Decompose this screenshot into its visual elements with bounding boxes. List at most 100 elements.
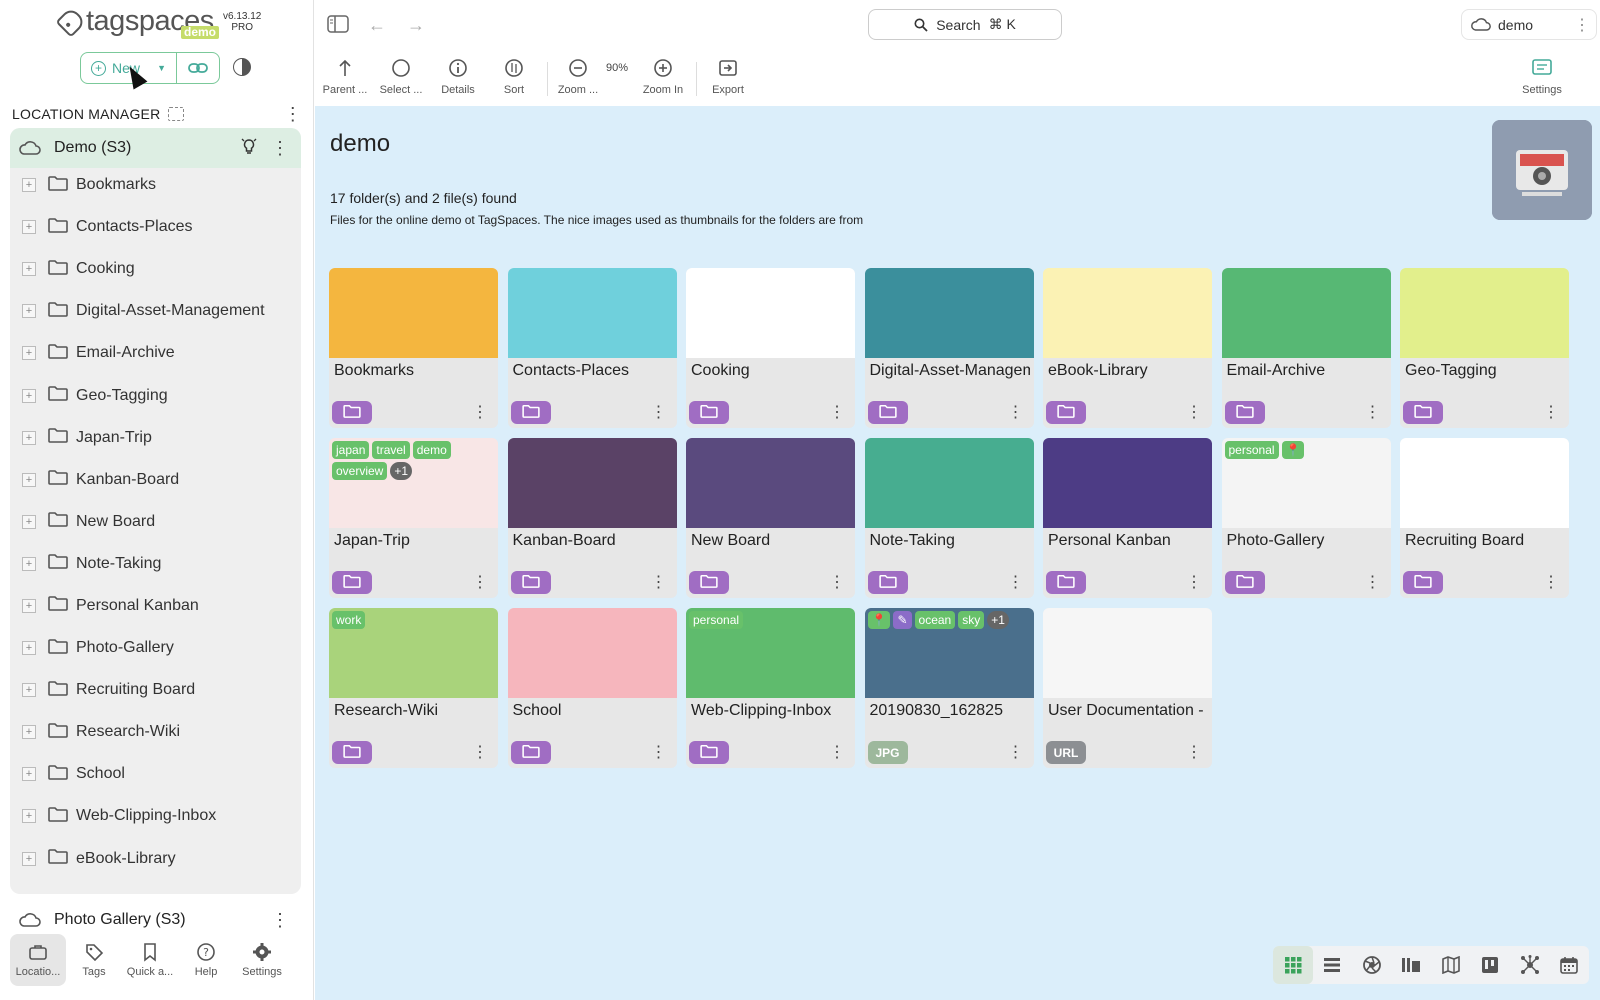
back-arrow-icon[interactable]: ← xyxy=(368,15,386,36)
folder-tree-item[interactable]: + Contacts-Places xyxy=(10,206,301,248)
tag-chip[interactable]: 📍 xyxy=(1281,441,1305,459)
card-menu-icon[interactable]: ⋮ xyxy=(829,402,845,422)
folder-card[interactable]: Geo-Tagging ⋮ xyxy=(1400,268,1569,428)
zoom-out-button[interactable]: Zoom ... xyxy=(550,56,606,96)
open-folder-button[interactable] xyxy=(1224,571,1265,594)
expand-icon[interactable]: + xyxy=(22,725,36,740)
folder-thumbnail[interactable] xyxy=(1492,120,1592,220)
tag-chip[interactable]: personal xyxy=(1224,441,1279,459)
card-menu-icon[interactable]: ⋮ xyxy=(1186,742,1202,762)
expand-icon[interactable]: + xyxy=(22,178,36,193)
folder-tree-item[interactable]: + eBook-Library xyxy=(10,838,301,880)
folder-card[interactable]: School ⋮ xyxy=(507,608,677,768)
card-menu-icon[interactable]: ⋮ xyxy=(651,742,667,762)
expand-icon[interactable]: + xyxy=(22,472,36,487)
open-folder-button[interactable] xyxy=(1224,401,1265,424)
more-tags-badge[interactable]: +1 xyxy=(987,611,1009,629)
expand-icon[interactable]: + xyxy=(22,262,36,277)
more-options-icon[interactable]: ⋮ xyxy=(1574,15,1590,35)
card-menu-icon[interactable]: ⋮ xyxy=(1365,402,1381,422)
nav-locations[interactable]: Locatio... xyxy=(10,934,66,986)
folder-card[interactable]: Bookmarks ⋮ xyxy=(329,268,498,428)
open-folder-button[interactable] xyxy=(1403,401,1443,424)
folder-card[interactable]: Kanban-Board ⋮ xyxy=(507,438,677,598)
grid-view-button[interactable] xyxy=(1273,946,1313,984)
folder-card[interactable]: Recruiting Board ⋮ xyxy=(1400,438,1569,598)
export-button[interactable]: Export xyxy=(700,56,756,96)
open-folder-button[interactable] xyxy=(510,741,551,764)
folder-tree-item[interactable]: + Personal Kanban xyxy=(10,585,301,627)
expand-icon[interactable]: + xyxy=(22,220,36,235)
expand-icon[interactable]: + xyxy=(22,641,36,656)
card-menu-icon[interactable]: ⋮ xyxy=(472,572,488,592)
details-button[interactable]: Details xyxy=(430,56,486,96)
expand-icon[interactable]: + xyxy=(22,767,36,782)
open-folder-button[interactable] xyxy=(867,571,908,594)
nav-help[interactable]: ? Help xyxy=(178,934,234,986)
card-menu-icon[interactable]: ⋮ xyxy=(1543,402,1559,422)
tag-chip[interactable]: japan xyxy=(332,441,370,459)
expand-icon[interactable]: + xyxy=(22,514,36,529)
folder-card[interactable]: New Board ⋮ xyxy=(686,438,855,598)
card-menu-icon[interactable]: ⋮ xyxy=(1365,572,1381,592)
toggle-sidebar-icon[interactable] xyxy=(327,15,349,38)
expand-icon[interactable]: + xyxy=(22,304,36,319)
location-manager-menu-icon[interactable]: ⋮ xyxy=(284,104,302,125)
folder-card[interactable]: work Research-Wiki ⋮ xyxy=(329,608,498,768)
search-button[interactable]: Search ⌘ K xyxy=(868,9,1062,40)
card-menu-icon[interactable]: ⋮ xyxy=(1186,402,1202,422)
list-view-button[interactable] xyxy=(1313,946,1353,984)
folder-card[interactable]: eBook-Library ⋮ xyxy=(1043,268,1212,428)
tag-chip[interactable]: travel xyxy=(372,441,410,459)
open-folder-button[interactable] xyxy=(867,401,908,424)
tag-chip[interactable]: personal xyxy=(689,611,744,629)
perspective-settings-button[interactable]: Settings xyxy=(1514,56,1570,96)
card-menu-icon[interactable]: ⋮ xyxy=(1186,572,1202,592)
tag-chip[interactable]: 📍 xyxy=(867,611,891,629)
nav-quick-access[interactable]: Quick a... xyxy=(122,934,178,986)
folder-card[interactable]: Note-Taking ⋮ xyxy=(864,438,1034,598)
select-button[interactable]: Select ... xyxy=(373,56,429,96)
expand-icon[interactable]: + xyxy=(22,388,36,403)
expand-icon[interactable]: + xyxy=(22,556,36,571)
folder-tree-item[interactable]: + Email-Archive xyxy=(10,332,301,374)
folder-tree-item[interactable]: + Photo-Gallery xyxy=(10,627,301,669)
open-folder-button[interactable] xyxy=(1403,571,1443,594)
map-view-button[interactable] xyxy=(1431,946,1471,984)
folder-tree-item[interactable]: + Recruiting Board xyxy=(10,669,301,711)
location-menu-icon[interactable]: ⋮ xyxy=(271,910,289,931)
card-menu-icon[interactable]: ⋮ xyxy=(472,402,488,422)
folder-card[interactable]: Email-Archive ⋮ xyxy=(1221,268,1391,428)
expand-icon[interactable]: + xyxy=(22,851,36,866)
folder-tree-item[interactable]: + Digital-Asset-Management xyxy=(10,290,301,332)
forward-arrow-icon[interactable]: → xyxy=(407,15,425,36)
expand-icon[interactable]: + xyxy=(22,346,36,361)
folder-card[interactable]: Cooking ⋮ xyxy=(686,268,855,428)
tag-chip[interactable]: sky xyxy=(958,611,985,629)
more-tags-badge[interactable]: +1 xyxy=(390,462,413,480)
folder-card[interactable]: personal 📍 Photo-Gallery ⋮ xyxy=(1221,438,1391,598)
folder-tree-item[interactable]: + Bookmarks xyxy=(10,164,301,206)
file-card[interactable]: 📍 ✎ ocean sky +1 20190830_162825 JPG ⋮ xyxy=(864,608,1034,768)
gallery-view-button[interactable] xyxy=(1352,946,1392,984)
open-folder-button[interactable] xyxy=(1046,571,1086,594)
open-folder-button[interactable] xyxy=(510,401,551,424)
folder-tree-item[interactable]: + School xyxy=(10,753,301,795)
location-chip[interactable]: demo ⋮ xyxy=(1461,9,1597,40)
mapique-view-button[interactable] xyxy=(1392,946,1432,984)
open-folder-button[interactable] xyxy=(332,741,372,764)
expand-icon[interactable]: + xyxy=(22,598,36,613)
card-menu-icon[interactable]: ⋮ xyxy=(651,572,667,592)
nav-settings[interactable]: Settings xyxy=(234,934,290,986)
tag-chip[interactable]: ocean xyxy=(914,611,956,629)
kanban-view-button[interactable] xyxy=(1471,946,1511,984)
card-menu-icon[interactable]: ⋮ xyxy=(1008,742,1024,762)
file-type-badge[interactable]: JPG xyxy=(867,741,908,764)
folder-tree-item[interactable]: + Research-Wiki xyxy=(10,711,301,753)
folder-card[interactable]: Digital-Asset-Management ⋮ xyxy=(864,268,1034,428)
expand-icon[interactable]: + xyxy=(22,809,36,824)
open-folder-button[interactable] xyxy=(689,401,729,424)
open-folder-button[interactable] xyxy=(689,741,729,764)
tag-chip[interactable]: work xyxy=(332,611,366,629)
card-menu-icon[interactable]: ⋮ xyxy=(1008,572,1024,592)
